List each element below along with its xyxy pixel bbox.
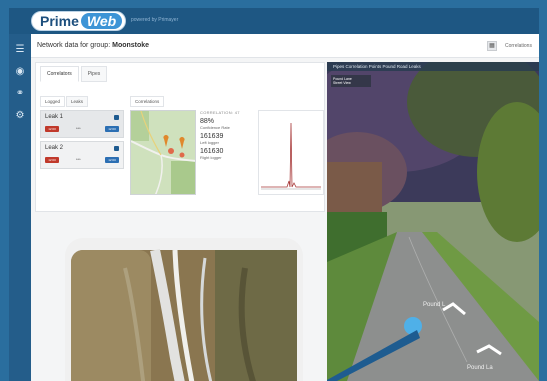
device-frame: Prime Web powered by Primayer ☰ ◉ ⚭ ⚙ Ne…	[9, 8, 539, 381]
tab-leaks[interactable]: Leaks	[66, 96, 89, 107]
end-badge: 12:00	[105, 126, 119, 132]
road-label: Pound L	[423, 302, 446, 308]
right-logger-value: 161630	[200, 148, 224, 155]
right-logger-label: Right logger	[200, 155, 222, 160]
mini-map[interactable]	[130, 110, 196, 195]
correlations-link[interactable]: Correlations	[505, 43, 532, 49]
data-panel: Correlators Pipes Logged Leaks Correlati…	[35, 62, 325, 212]
road-label: Pound La	[467, 365, 493, 371]
page-title: Network data for group: Moonstoke	[37, 42, 149, 49]
sidebar: ☰ ◉ ⚭ ⚙	[9, 34, 31, 381]
share-icon[interactable]: ⚭	[14, 88, 26, 100]
confidence-value: 88%	[200, 118, 215, 125]
settings-icon[interactable]: ⚙	[14, 110, 26, 122]
leak-name: Leak 1	[45, 114, 64, 120]
left-logger-value: 161639	[200, 133, 224, 140]
powered-by: powered by Primayer	[131, 17, 179, 23]
correlation-graph[interactable]	[258, 110, 324, 195]
top-bar: Prime Web powered by Primayer	[9, 8, 539, 34]
logo-part-1: Prime	[40, 13, 79, 29]
tab-correlations[interactable]: Correlations	[130, 96, 165, 107]
app-header: Network data for group: Moonstoke ▦ Corr…	[31, 34, 539, 58]
street-view-scene	[327, 62, 539, 381]
page-title-prefix: Network data for group:	[37, 42, 111, 49]
leak-name: Leak 2	[45, 145, 64, 151]
street-view-subtitle: Street View	[333, 81, 351, 85]
leak-item[interactable]: Leak 2 12:00 *** 12:00	[40, 141, 124, 169]
logger-icon	[114, 115, 119, 120]
street-view-info: Pound Lane Street View	[331, 75, 371, 87]
end-badge: 12:00	[105, 157, 119, 163]
correlation-heading: CORRELATION: 47	[200, 110, 240, 115]
logger-icon	[114, 146, 119, 151]
street-view-panel[interactable]: Pipes Correlation Points Pound Road Leak…	[327, 62, 539, 381]
correlation-stats: CORRELATION: 47 88% Confidence Rate 1616…	[200, 110, 256, 195]
mini-map-graphic	[131, 111, 195, 194]
leak-item[interactable]: Leak 1 12:00 *** 12:00	[40, 110, 124, 138]
globe-icon[interactable]: ◉	[14, 66, 26, 78]
sub-tabs: Logged Leaks	[40, 96, 89, 107]
street-view-toolbar[interactable]: Pipes Correlation Points Pound Road Leak…	[327, 62, 539, 71]
confidence-label: Confidence Rate	[200, 125, 230, 130]
main-tabs: Correlators Pipes	[40, 66, 108, 82]
leak-separator: ***	[76, 157, 81, 162]
menu-icon[interactable]: ☰	[14, 44, 26, 56]
pipe-leak-photo-graphic	[71, 248, 297, 381]
tab-correlators[interactable]: Correlators	[40, 66, 79, 82]
correlation-graph-plot	[261, 122, 321, 190]
tab-logged[interactable]: Logged	[40, 96, 66, 107]
primeweb-logo[interactable]: Prime Web	[31, 11, 127, 31]
logo-part-2: Web	[80, 13, 123, 29]
pipe-leak-photo	[65, 238, 303, 381]
left-logger-label: Left logger	[200, 140, 219, 145]
grid-icon[interactable]: ▦	[487, 41, 497, 51]
leak-separator: ***	[76, 126, 81, 131]
tab-pipes[interactable]: Pipes	[80, 66, 108, 82]
start-badge: 12:00	[45, 126, 59, 132]
start-badge: 12:00	[45, 157, 59, 163]
page-title-group: Moonstoke	[112, 42, 150, 49]
